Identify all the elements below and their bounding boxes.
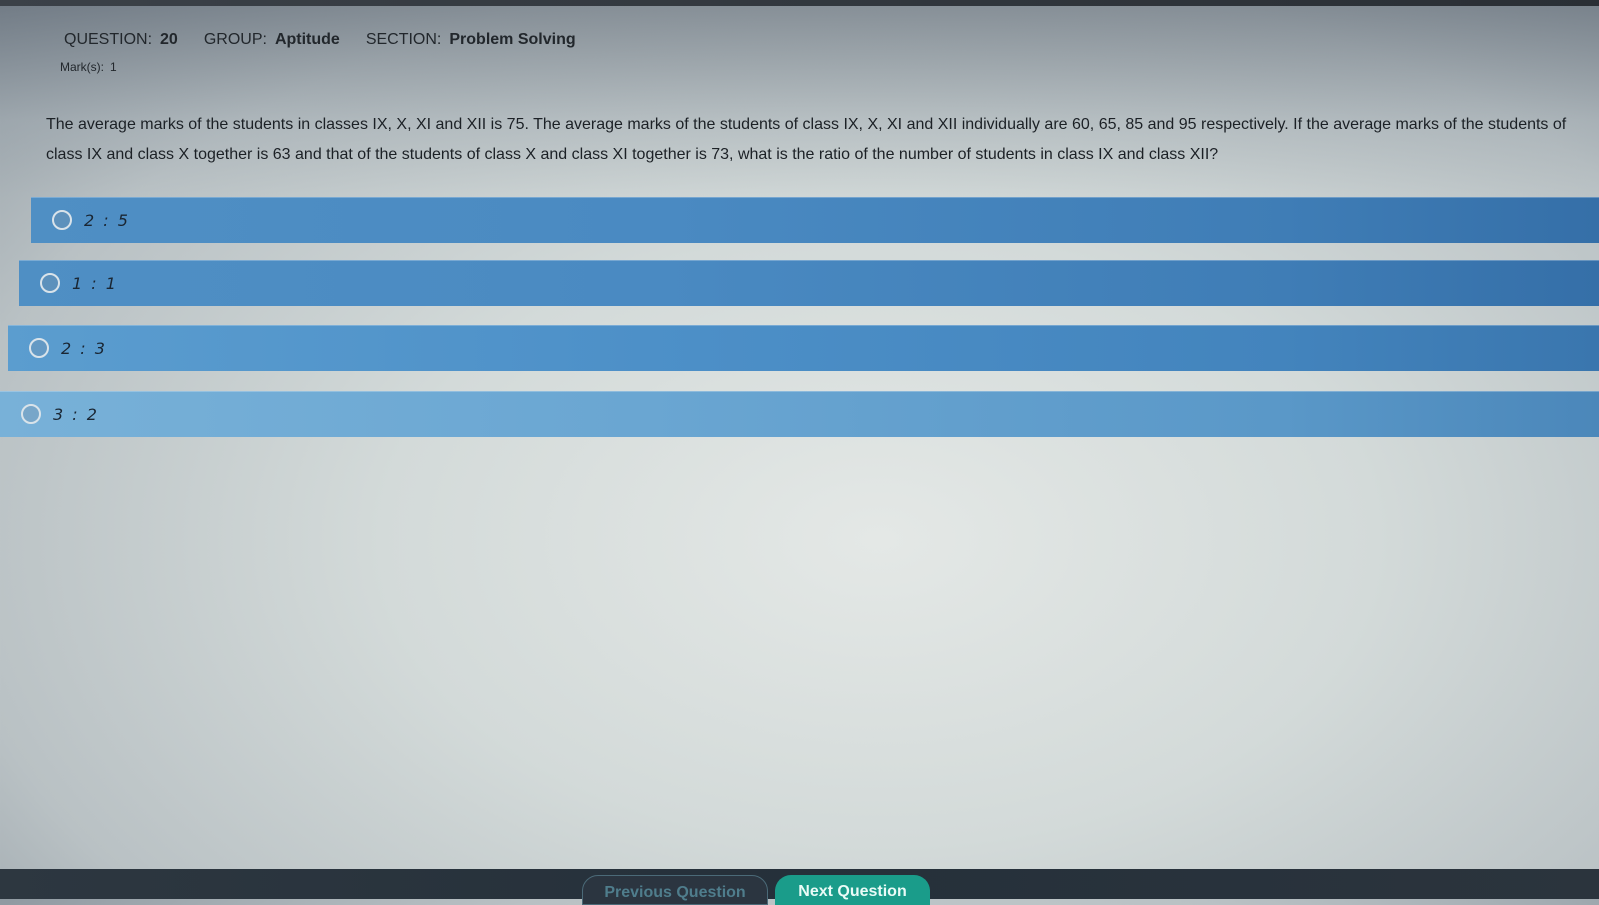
option-label: 2 : 5: [84, 210, 130, 230]
option-label: 1 : 1: [72, 273, 118, 293]
question-label: QUESTION:: [64, 31, 153, 48]
option-label: 3 : 2: [53, 404, 99, 424]
radio-icon[interactable]: [52, 210, 72, 230]
question-text: The average marks of the students in cla…: [46, 116, 1567, 163]
radio-icon[interactable]: [29, 338, 49, 358]
question-info: QUESTION: 20: [64, 31, 178, 49]
marks-info: Mark(s): 1: [60, 60, 117, 74]
group-value: Aptitude: [274, 31, 340, 48]
marks-value: 1: [110, 60, 117, 74]
next-question-button[interactable]: Next Question: [775, 875, 930, 905]
section-info: SECTION: Problem Solving: [366, 31, 576, 49]
option-label: 2 : 3: [61, 338, 107, 358]
question-meta: QUESTION: 20 GROUP: Aptitude SECTION: Probl…: [64, 31, 576, 49]
section-label: SECTION:: [365, 31, 442, 48]
radio-icon[interactable]: [40, 273, 60, 293]
option-3[interactable]: 2 : 3: [8, 325, 1599, 371]
marks-label: Mark(s):: [60, 60, 104, 74]
group-info: GROUP: Aptitude: [204, 31, 340, 49]
option-2[interactable]: 1 : 1: [19, 260, 1599, 306]
radio-icon[interactable]: [21, 404, 41, 424]
option-4[interactable]: 3 : 2: [0, 391, 1599, 437]
group-label: GROUP:: [203, 31, 267, 48]
section-value: Problem Solving: [449, 31, 576, 48]
previous-question-button[interactable]: Previous Question: [582, 875, 768, 905]
option-1[interactable]: 2 : 5: [31, 197, 1599, 243]
question-number: 20: [160, 31, 178, 48]
